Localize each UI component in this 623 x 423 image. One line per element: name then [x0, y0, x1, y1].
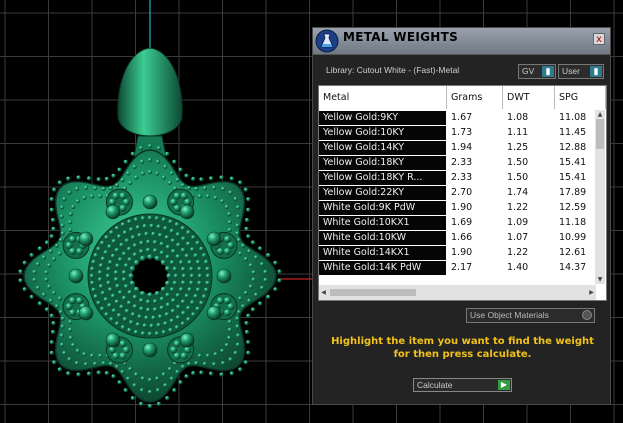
table-row[interactable]: Yellow Gold:10KY 1.73 1.11 11.45 [319, 125, 606, 140]
cell-name: White Gold:14KX1 [319, 246, 446, 260]
cell-name: White Gold:14K PdW [319, 261, 446, 275]
calculate-label: Calculate [417, 380, 453, 390]
user-toggle[interactable]: User ▮ [558, 64, 604, 79]
cell-name: White Gold:9K PdW [319, 201, 446, 215]
close-icon[interactable]: x [593, 33, 605, 45]
table-row[interactable]: White Gold:10KX1 1.69 1.09 11.18 [319, 215, 606, 230]
gv-toggle-label: GV [522, 66, 535, 76]
cell-grams: 1.69 [447, 216, 502, 230]
table-row[interactable]: Yellow Gold:22KY 2.70 1.74 17.89 [319, 185, 606, 200]
table-row[interactable]: White Gold:9K PdW 1.90 1.22 12.59 [319, 200, 606, 215]
cell-grams: 2.70 [447, 186, 502, 200]
scroll-left-icon[interactable]: ◀ [319, 285, 328, 300]
calculate-button[interactable]: Calculate ▶ [413, 378, 512, 392]
cell-grams: 1.73 [447, 126, 502, 140]
cell-dwt: 1.09 [503, 216, 554, 230]
column-header-metal[interactable]: Metal [319, 86, 447, 109]
metal-weights-table[interactable]: Metal Grams DWT SPG Yellow Gold:9KY 1.67 1… [318, 85, 607, 301]
use-object-materials-label: Use Object Materials [470, 310, 549, 320]
table-row[interactable]: White Gold:10KW 1.66 1.07 10.99 [319, 230, 606, 245]
table-row[interactable]: Yellow Gold:14KY 1.94 1.25 12.88 [319, 140, 606, 155]
use-object-materials-checkbox[interactable]: Use Object Materials [466, 308, 595, 323]
cell-dwt: 1.50 [503, 156, 554, 170]
metal-weights-panel: METAL WEIGHTS x Library: Cutout White - … [312, 27, 611, 405]
scroll-down-icon[interactable]: ▼ [595, 275, 605, 284]
table-row[interactable]: White Gold:14KX1 1.90 1.22 12.61 [319, 245, 606, 260]
table-row[interactable]: Yellow Gold:18KY 2.33 1.50 15.41 [319, 155, 606, 170]
cell-name: Yellow Gold:10KY [319, 126, 446, 140]
cell-name: Yellow Gold:18KY [319, 156, 446, 170]
cell-dwt: 1.07 [503, 231, 554, 245]
user-toggle-label: User [562, 66, 580, 76]
cell-name: White Gold:10KX1 [319, 216, 446, 230]
column-header-dwt[interactable]: DWT [503, 86, 555, 109]
cell-name: Yellow Gold:22KY [319, 186, 446, 200]
cell-dwt: 1.11 [503, 126, 554, 140]
library-label: Library: Cutout White - (Fast)-Metal [326, 65, 460, 75]
cell-dwt: 1.25 [503, 141, 554, 155]
pendant-body [18, 143, 282, 409]
cell-dwt: 1.40 [503, 261, 554, 275]
toggle-indicator-icon: ▮ [590, 66, 602, 77]
pendant-model[interactable] [18, 47, 282, 409]
cell-grams: 2.17 [447, 261, 502, 275]
toggle-indicator-icon: ▮ [542, 66, 554, 77]
cell-name: Yellow Gold:9KY [319, 111, 446, 125]
flask-icon [315, 29, 339, 53]
cell-grams: 1.90 [447, 246, 502, 260]
table-row[interactable]: Yellow Gold:9KY 1.67 1.08 11.08 [319, 110, 606, 125]
cell-dwt: 1.08 [503, 111, 554, 125]
table-row[interactable]: Yellow Gold:18KY R... 2.33 1.50 15.41 [319, 170, 606, 185]
vertical-scrollbar[interactable]: ▲ ▼ [595, 110, 605, 284]
panel-title: METAL WEIGHTS [343, 30, 459, 44]
radio-indicator-icon [582, 310, 592, 320]
column-header-grams[interactable]: Grams [447, 86, 503, 109]
instructions-text: Highlight the item you want to find the … [331, 336, 594, 360]
horizontal-scrollbar[interactable]: ◀ ▶ [319, 285, 596, 300]
cell-dwt: 1.74 [503, 186, 554, 200]
cell-grams: 1.67 [447, 111, 502, 125]
horizontal-scroll-thumb[interactable] [330, 289, 416, 296]
cell-dwt: 1.50 [503, 171, 554, 185]
cell-name: Yellow Gold:14KY [319, 141, 446, 155]
cell-grams: 1.90 [447, 201, 502, 215]
table-header: Metal Grams DWT SPG [319, 86, 606, 109]
pendant-bail [117, 47, 183, 137]
cell-grams: 2.33 [447, 171, 502, 185]
cell-name: White Gold:10KW [319, 231, 446, 245]
play-arrow-icon: ▶ [498, 380, 510, 390]
cell-grams: 2.33 [447, 156, 502, 170]
scroll-up-icon[interactable]: ▲ [595, 110, 605, 119]
cell-name: Yellow Gold:18KY R... [319, 171, 446, 185]
scroll-right-icon[interactable]: ▶ [587, 285, 596, 300]
cell-dwt: 1.22 [503, 201, 554, 215]
gv-toggle[interactable]: GV ▮ [518, 64, 556, 79]
table-row[interactable]: White Gold:14K PdW 2.17 1.40 14.37 [319, 260, 606, 275]
cell-dwt: 1.22 [503, 246, 554, 260]
vertical-scroll-thumb[interactable] [596, 119, 604, 149]
panel-title-bar[interactable]: METAL WEIGHTS x [313, 28, 610, 55]
cell-grams: 1.66 [447, 231, 502, 245]
cell-grams: 1.94 [447, 141, 502, 155]
column-header-spg[interactable]: SPG [555, 86, 606, 109]
